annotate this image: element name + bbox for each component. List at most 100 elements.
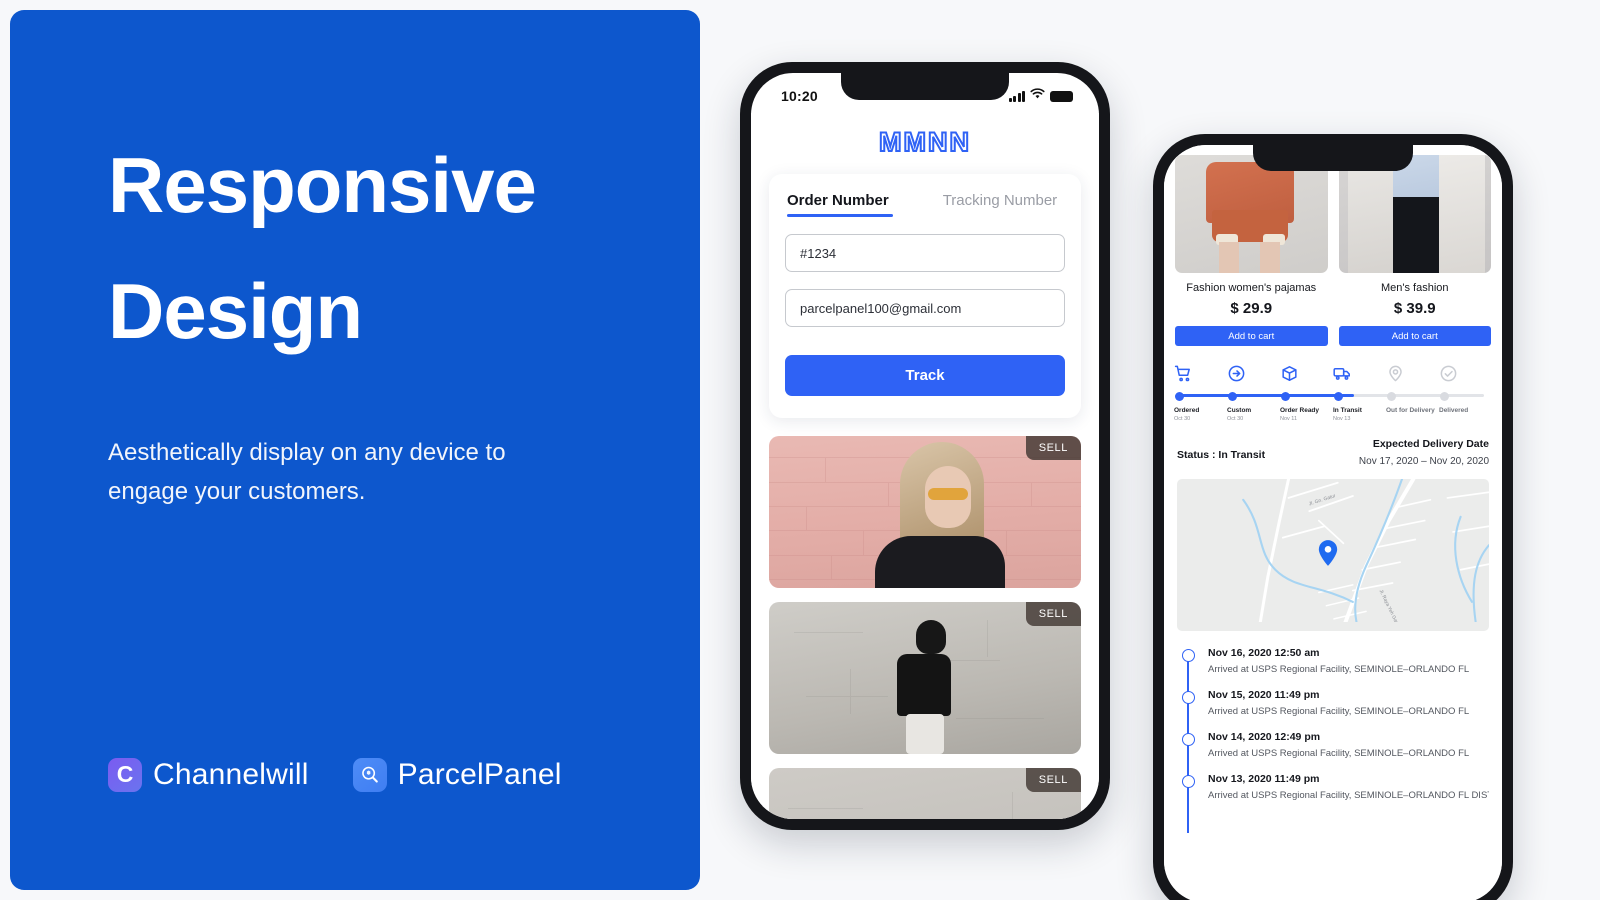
- parcelpanel-magnifier-icon: [352, 758, 387, 792]
- history-item: Nov 16, 2020 12:50 am Arrived at USPS Re…: [1182, 646, 1489, 693]
- status-badge: SELL: [1025, 768, 1081, 792]
- model-head: [915, 620, 946, 655]
- channelwill-logo-label: Channelwill: [153, 758, 309, 791]
- expected-delivery-value: Nov 17, 2020 – Nov 20, 2020: [1358, 455, 1489, 467]
- product-name: Men's fashion: [1380, 282, 1449, 294]
- page-title-line-2: Design: [108, 267, 363, 356]
- step-in-transit: In Transit Nov 13: [1333, 364, 1386, 424]
- phone-mockup-tracking-form: 10:20 MMNN Order Number Tracking Number: [740, 62, 1110, 830]
- product-name: Fashion women's pajamas: [1186, 282, 1317, 294]
- sunglasses: [928, 487, 969, 500]
- model-leg: [1219, 242, 1240, 273]
- hero-panel: Responsive Design Aesthetically display …: [10, 10, 700, 890]
- step-dot: [1281, 392, 1290, 401]
- feed-item[interactable]: SELL: [769, 436, 1081, 588]
- product-card[interactable]: Fashion women's pajamas $ 29.9 Add to ca…: [1175, 155, 1328, 346]
- step-order-ready: Order Ready Nov 11: [1280, 364, 1333, 424]
- cardigan-left: [1347, 155, 1394, 273]
- map-pin-icon: [1386, 364, 1439, 386]
- channelwill-logo: C Channelwill: [108, 758, 309, 792]
- parcelpanel-logo: ParcelPanel: [352, 758, 562, 792]
- step-date: Nov 13: [1333, 416, 1351, 423]
- shipment-status-row: Status : In Transit Expected Delivery Da…: [1164, 424, 1502, 467]
- product-price: $ 39.9: [1393, 300, 1436, 317]
- model-leg: [1260, 242, 1281, 273]
- product-image: [1175, 155, 1328, 273]
- email-input[interactable]: parcelpanel100@gmail.com: [785, 289, 1065, 327]
- page-title: Responsive Design: [108, 122, 668, 375]
- step-custom: Custom Oct 30: [1227, 364, 1280, 424]
- product-price: $ 29.9: [1230, 300, 1273, 317]
- wifi-icon: [1030, 87, 1045, 105]
- step-delivered: Delivered: [1439, 364, 1492, 424]
- step-out-for-delivery: Out for Delivery: [1386, 364, 1439, 424]
- tab-order-number[interactable]: Order Number: [787, 192, 893, 217]
- step-dot: [1228, 392, 1237, 401]
- tracking-form-card: Order Number Tracking Number #1234 parce…: [769, 174, 1081, 418]
- history-date: Nov 14, 2020 12:49 pm: [1208, 730, 1321, 743]
- step-label: Order Ready: [1280, 407, 1320, 414]
- step-label: Out for Delivery: [1386, 407, 1435, 414]
- tracking-tabs: Order Number Tracking Number: [785, 192, 1065, 217]
- status-bar-time: 10:20: [781, 88, 818, 104]
- add-to-cart-button[interactable]: Add to cart: [1338, 326, 1491, 346]
- step-dot: [1175, 392, 1184, 401]
- battery-full-icon: [1050, 90, 1073, 102]
- history-item: Nov 13, 2020 11:49 pm Arrived at USPS Re…: [1182, 772, 1489, 833]
- status-badge: SELL: [1025, 436, 1081, 460]
- history-date: Nov 16, 2020 12:50 am: [1208, 646, 1320, 659]
- svg-text:Jl. Raya Yeh Gangga: Jl. Raya Yeh Gangga: [1378, 588, 1404, 622]
- add-to-cart-button[interactable]: Add to cart: [1175, 326, 1328, 346]
- shopping-cart-icon: [1174, 364, 1227, 386]
- status-badge: SELL: [1025, 602, 1081, 626]
- cardigan-right: [1439, 155, 1485, 273]
- product-feed: SELL SELL SELL: [751, 418, 1099, 819]
- expected-delivery-title: Expected Delivery Date: [1372, 437, 1489, 450]
- feed-item[interactable]: FORCE MAJEURE FORCE MAJEURE SELL: [769, 768, 1081, 819]
- history-item: Nov 15, 2020 11:49 pm Arrived at USPS Re…: [1182, 688, 1489, 735]
- history-description: Arrived at USPS Regional Facility, SEMIN…: [1208, 789, 1489, 801]
- delivery-map[interactable]: Jl. Gn. Gatur Jl. Raya Yeh Gangga: [1177, 478, 1489, 631]
- hero-subtitle: Aesthetically display on any device to e…: [108, 439, 506, 505]
- history-date: Nov 15, 2020 11:49 pm: [1208, 688, 1320, 701]
- order-number-input[interactable]: #1234: [785, 234, 1065, 272]
- model-pants: [906, 714, 945, 754]
- track-button[interactable]: Track: [785, 355, 1065, 396]
- location-pin-icon: [1317, 539, 1339, 567]
- history-date: Nov 13, 2020 11:49 pm: [1208, 772, 1320, 785]
- history-description: Arrived at USPS Regional Facility, SEMIN…: [1208, 663, 1470, 675]
- step-dot: [1387, 392, 1396, 401]
- feed-item[interactable]: SELL: [769, 602, 1081, 754]
- phone-mockup-tracking-detail: Fashion women's pajamas $ 29.9 Add to ca…: [1153, 134, 1513, 900]
- model-shirt: [896, 653, 951, 716]
- step-date: Oct 30: [1227, 416, 1244, 423]
- history-item: Nov 14, 2020 12:49 pm Arrived at USPS Re…: [1182, 730, 1489, 777]
- shipment-progress-stepper: Ordered Oct 30 Custom Oct 30 Order Ready…: [1164, 346, 1502, 424]
- tab-tracking-number[interactable]: Tracking Number: [943, 192, 1057, 217]
- store-logo: MMNN: [878, 126, 971, 158]
- step-label: Custom: [1227, 407, 1252, 414]
- tracking-history: Nov 16, 2020 12:50 am Arrived at USPS Re…: [1164, 631, 1502, 833]
- step-dot: [1440, 392, 1449, 401]
- channelwill-logo-icon: C: [108, 758, 142, 792]
- model-shirt: [875, 536, 1006, 588]
- step-ordered: Ordered Oct 30: [1174, 364, 1227, 424]
- svg-text:Jl. Gn. Gatur: Jl. Gn. Gatur: [1308, 493, 1337, 507]
- check-circle-icon: [1439, 364, 1492, 386]
- cellular-bars-icon: [1008, 90, 1025, 102]
- product-card[interactable]: Men's fashion $ 39.9 Add to cart: [1338, 155, 1491, 346]
- product-grid: Fashion women's pajamas $ 29.9 Add to ca…: [1164, 145, 1502, 346]
- phone-notch: [1253, 145, 1413, 171]
- arrow-circle-icon: [1227, 364, 1280, 386]
- history-description: Arrived at USPS Regional Facility, SEMIN…: [1208, 705, 1470, 717]
- status-badge: Status : In Transit: [1177, 448, 1266, 461]
- status-bar: 10:20: [751, 73, 1099, 113]
- product-image: [1338, 155, 1491, 273]
- history-description: Arrived at USPS Regional Facility, SEMIN…: [1208, 747, 1470, 759]
- step-dot: [1334, 392, 1343, 401]
- step-label: Ordered: [1174, 407, 1200, 414]
- box-icon: [1280, 364, 1333, 386]
- brand-logos: C Channelwill ParcelPanel: [108, 758, 562, 792]
- promo-banner: Responsive Design Aesthetically display …: [0, 0, 1600, 900]
- truck-icon: [1333, 364, 1386, 386]
